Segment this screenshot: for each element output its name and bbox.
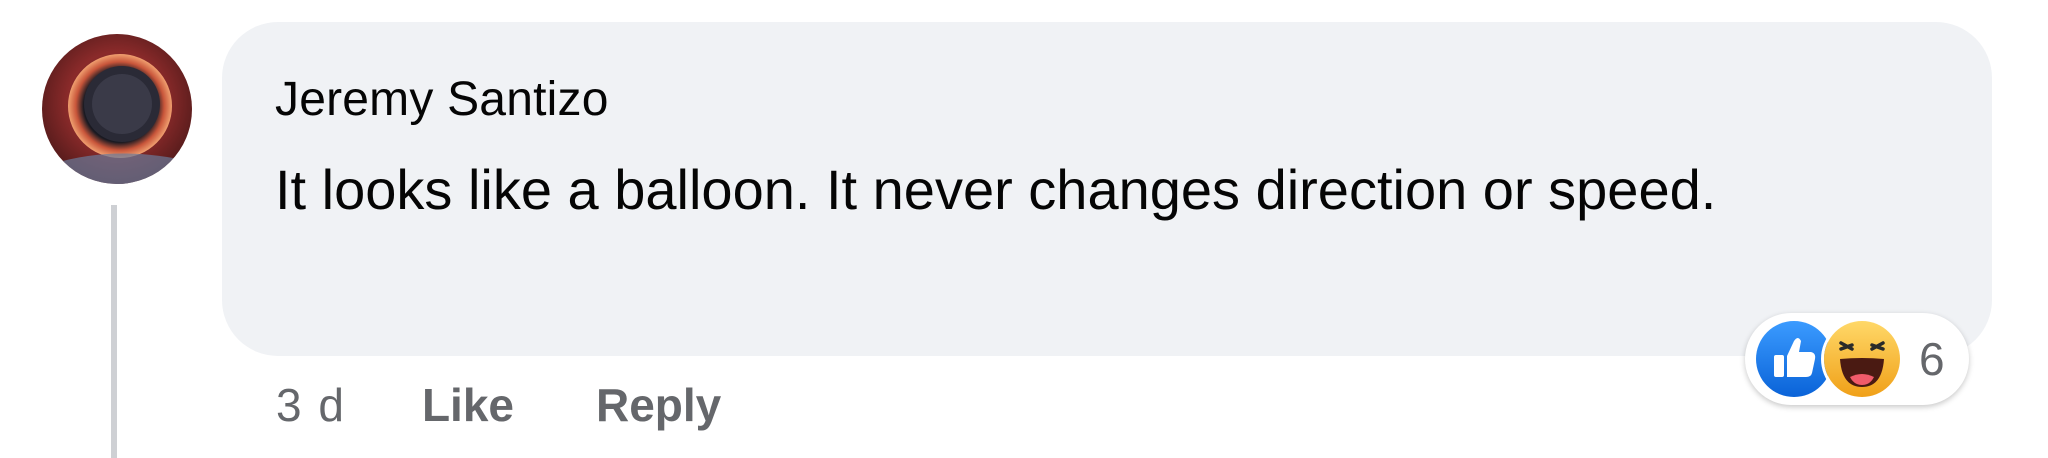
- comment-bubble: Jeremy Santizo It looks like a balloon. …: [222, 22, 1992, 356]
- haha-icon: [1821, 318, 1903, 400]
- comment-timestamp[interactable]: 3 d: [276, 378, 346, 432]
- comment-author[interactable]: Jeremy Santizo: [275, 70, 1932, 130]
- reaction-summary[interactable]: 6: [1745, 313, 1969, 405]
- comment-actions: 3 d Like Reply: [276, 374, 803, 436]
- reaction-count: 6: [1919, 333, 1945, 385]
- comment-text: It looks like a balloon. It never change…: [275, 158, 1717, 221]
- like-button[interactable]: Like: [422, 378, 514, 432]
- reply-button[interactable]: Reply: [596, 378, 721, 432]
- avatar[interactable]: [42, 34, 192, 184]
- reply-thread-line: [111, 205, 117, 458]
- avatar-image: [42, 34, 192, 184]
- comment-item: Jeremy Santizo It looks like a balloon. …: [0, 0, 2048, 458]
